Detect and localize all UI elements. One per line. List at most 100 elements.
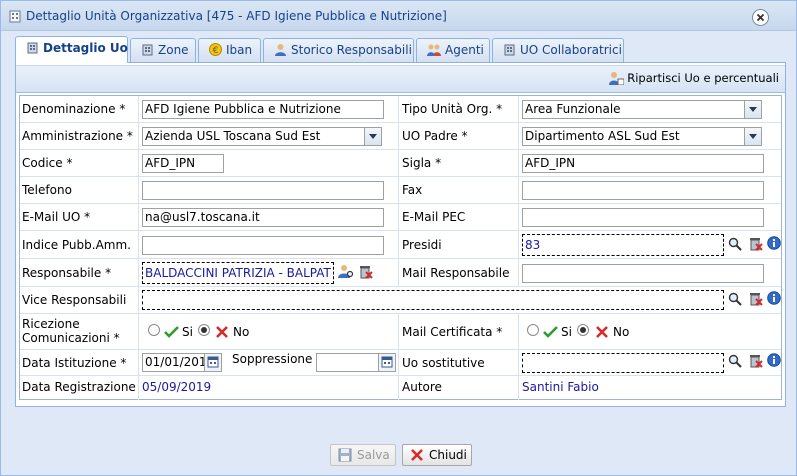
title-bar[interactable]: Dettaglio Unità Organizzativa [475 - AFD… bbox=[1, 1, 796, 31]
amministrazione-label: Amministrazione * bbox=[22, 129, 133, 143]
uo-padre-select[interactable]: Dipartimento ASL Sud Est bbox=[522, 127, 762, 146]
ricezione-si-radio[interactable] bbox=[148, 324, 160, 336]
ricezione-label-line2: Comunicazioni * bbox=[22, 331, 120, 345]
presidi-field[interactable]: 83 bbox=[522, 234, 724, 256]
email-pec-input[interactable] bbox=[522, 208, 764, 227]
tab-panel: Ripartisci Uo e percentuali Denominazion… bbox=[15, 62, 786, 407]
tab-dettaglio-uo[interactable]: Dettaglio Uo bbox=[15, 36, 128, 63]
save-button[interactable]: Salva bbox=[330, 444, 396, 466]
data-istituzione-label: Data Istituzione * bbox=[22, 356, 127, 370]
soppressione-label: Soppressione bbox=[232, 352, 313, 366]
form-row: Telefono Fax bbox=[20, 177, 781, 204]
search-icon[interactable] bbox=[728, 237, 742, 254]
form-row: Data Istituzione * 01/01/2016 Soppressio… bbox=[20, 350, 781, 376]
vice-responsabili-label: Vice Responsabili bbox=[22, 293, 127, 307]
search-icon[interactable] bbox=[728, 354, 742, 371]
email-uo-input[interactable]: na@usl7.toscana.it bbox=[142, 208, 384, 227]
info-icon[interactable] bbox=[767, 291, 781, 308]
close-label: Chiudi bbox=[429, 448, 467, 462]
tab-iban[interactable]: € Iban bbox=[198, 38, 261, 62]
autore-value: Santini Fabio bbox=[522, 380, 599, 394]
tab-label: Zone bbox=[158, 43, 189, 57]
denominazione-label: Denominazione * bbox=[22, 102, 126, 116]
chevron-down-icon[interactable] bbox=[364, 128, 381, 145]
ricezione-si-label: Si bbox=[182, 325, 193, 339]
tipo-unita-value: Area Funzionale bbox=[525, 102, 621, 116]
ricezione-no-radio[interactable] bbox=[198, 324, 210, 336]
mail-certificata-si-radio[interactable] bbox=[527, 324, 539, 336]
close-icon[interactable] bbox=[752, 9, 769, 26]
soppressione-input[interactable] bbox=[316, 353, 396, 372]
mail-certificata-label: Mail Certificata * bbox=[402, 325, 503, 339]
responsabile-field[interactable]: BALDACCINI PATRIZIA - BALPAT bbox=[142, 262, 334, 284]
indice-pubb-label: Indice Pubb.Amm. bbox=[22, 238, 131, 252]
tab-label: Dettaglio Uo bbox=[43, 41, 128, 55]
user-icon bbox=[609, 72, 625, 86]
amministrazione-select[interactable]: Azienda USL Toscana Sud Est bbox=[142, 127, 382, 146]
form-row: Data Registrazione 05/09/2019 Autore San… bbox=[20, 376, 781, 400]
mail-responsabile-label: Mail Responsabile bbox=[402, 266, 510, 280]
indice-pubb-input[interactable] bbox=[142, 236, 384, 255]
tab-storico-responsabili[interactable]: Storico Responsabili bbox=[263, 38, 414, 62]
tab-label: Storico Responsabili bbox=[291, 43, 412, 57]
info-icon[interactable] bbox=[767, 353, 781, 370]
telefono-label: Telefono bbox=[22, 183, 72, 197]
denominazione-input[interactable]: AFD Igiene Pubblica e Nutrizione bbox=[142, 100, 384, 119]
tab-label: Agenti bbox=[445, 43, 484, 57]
mail-certificata-no-label: No bbox=[613, 325, 630, 339]
user-search-icon[interactable] bbox=[338, 264, 354, 282]
form-row: Amministrazione * Azienda USL Toscana Su… bbox=[20, 123, 781, 150]
codice-input[interactable]: AFD_IPN bbox=[142, 154, 224, 173]
responsabile-label: Responsabile * bbox=[22, 266, 112, 280]
building-icon bbox=[503, 43, 516, 59]
trash-icon[interactable] bbox=[748, 353, 763, 371]
trash-icon[interactable] bbox=[358, 264, 373, 282]
calendar-icon[interactable] bbox=[378, 354, 395, 371]
tipo-unita-select[interactable]: Area Funzionale bbox=[522, 100, 762, 119]
panel-toolbar: Ripartisci Uo e percentuali bbox=[16, 65, 785, 93]
vice-responsabili-field[interactable] bbox=[142, 290, 724, 310]
uo-padre-value: Dipartimento ASL Sud Est bbox=[525, 129, 680, 143]
ripartisci-button[interactable]: Ripartisci Uo e percentuali bbox=[609, 71, 779, 86]
calendar-icon[interactable] bbox=[204, 354, 221, 371]
save-label: Salva bbox=[357, 448, 390, 462]
form-row: Vice Responsabili bbox=[20, 287, 781, 314]
fax-input[interactable] bbox=[522, 181, 764, 200]
tab-agenti[interactable]: Agenti bbox=[416, 38, 490, 62]
trash-icon[interactable] bbox=[748, 236, 763, 254]
mail-certificata-si-label: Si bbox=[561, 325, 572, 339]
svg-text:€: € bbox=[213, 46, 219, 56]
codice-label: Codice * bbox=[22, 156, 73, 170]
mail-responsabile-input[interactable] bbox=[522, 264, 764, 283]
search-icon[interactable] bbox=[728, 292, 742, 309]
tab-zone[interactable]: Zone bbox=[130, 38, 196, 62]
tab-label: UO Collaboratrici bbox=[520, 43, 622, 57]
form-row: Responsabile * BALDACCINI PATRIZIA - BAL… bbox=[20, 259, 781, 287]
info-icon[interactable] bbox=[767, 236, 781, 253]
tipo-unita-label: Tipo Unità Org. * bbox=[402, 102, 503, 116]
close-button[interactable]: Chiudi bbox=[402, 444, 472, 466]
window-title: Dettaglio Unità Organizzativa [475 - AFD… bbox=[26, 9, 447, 23]
mail-certificata-no-radio[interactable] bbox=[577, 324, 589, 336]
detail-form: Denominazione * AFD Igiene Pubblica e Nu… bbox=[19, 95, 782, 400]
chevron-down-icon[interactable] bbox=[744, 101, 761, 118]
email-uo-label: E-Mail UO * bbox=[22, 210, 91, 224]
trash-icon[interactable] bbox=[748, 291, 763, 309]
building-icon bbox=[26, 41, 39, 57]
cross-icon bbox=[411, 449, 423, 461]
form-row: Indice Pubb.Amm. Presidi 83 bbox=[20, 231, 781, 259]
euro-icon: € bbox=[209, 43, 222, 59]
autore-label: Autore bbox=[402, 380, 442, 394]
data-istituzione-input[interactable]: 01/01/2016 bbox=[142, 353, 222, 372]
chevron-down-icon[interactable] bbox=[744, 128, 761, 145]
uo-padre-label: UO Padre * bbox=[402, 129, 468, 143]
sigla-input[interactable]: AFD_IPN bbox=[522, 154, 764, 173]
email-pec-label: E-Mail PEC bbox=[402, 210, 466, 224]
cross-icon bbox=[595, 325, 609, 342]
sigla-label: Sigla * bbox=[402, 156, 442, 170]
tab-uo-collaboratrici[interactable]: UO Collaboratrici bbox=[492, 38, 624, 62]
ricezione-no-label: No bbox=[233, 325, 250, 339]
uo-sostitutive-label: Uo sostitutive bbox=[402, 356, 485, 370]
uo-sostitutive-field[interactable] bbox=[522, 353, 724, 373]
telefono-input[interactable] bbox=[142, 181, 384, 200]
